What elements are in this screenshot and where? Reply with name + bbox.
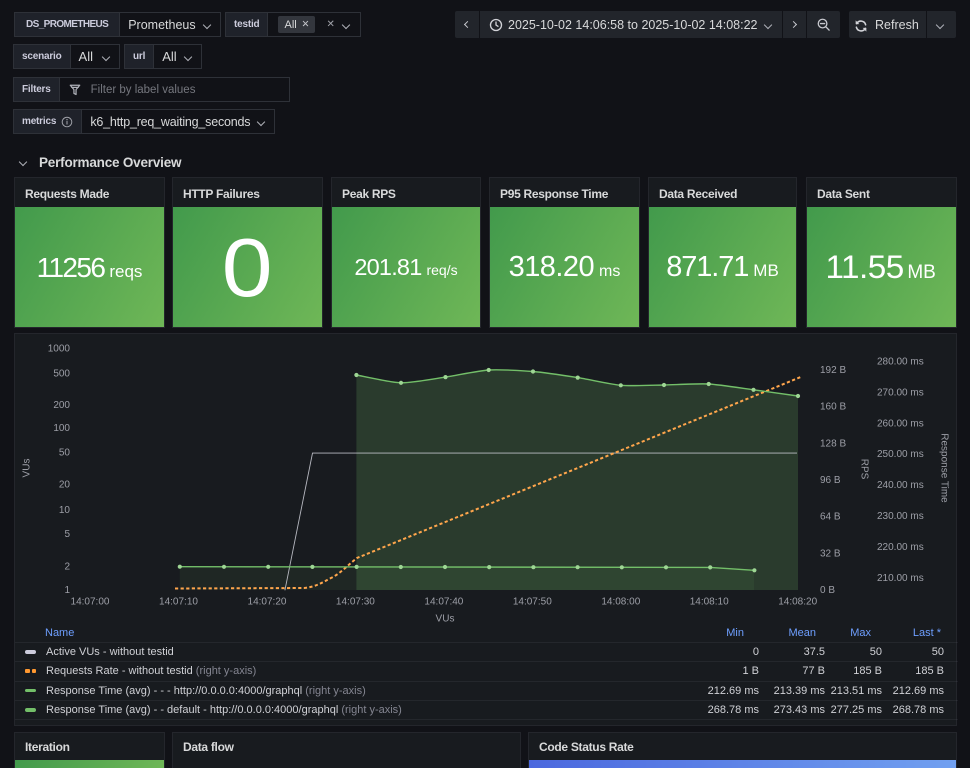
svg-text:0 B: 0 B [820,585,835,596]
svg-text:14:08:20: 14:08:20 [778,597,817,608]
svg-text:270.00 ms: 270.00 ms [877,387,924,398]
svg-text:14:07:50: 14:07:50 [513,597,552,608]
svg-text:14:07:10: 14:07:10 [159,597,198,608]
svg-text:VUs: VUs [22,459,33,478]
svg-text:2: 2 [64,561,70,572]
svg-text:64 B: 64 B [820,512,841,523]
svg-text:500: 500 [53,368,70,379]
svg-text:14:08:00: 14:08:00 [601,597,640,608]
svg-text:VUs: VUs [436,614,455,625]
svg-text:280.00 ms: 280.00 ms [877,357,924,368]
svg-text:230.00 ms: 230.00 ms [877,511,924,522]
svg-text:Response Time: Response Time [939,433,950,503]
svg-text:RPS: RPS [859,459,870,480]
svg-text:250.00 ms: 250.00 ms [877,449,924,460]
svg-text:240.00 ms: 240.00 ms [877,480,924,491]
svg-text:14:07:30: 14:07:30 [336,597,375,608]
svg-text:50: 50 [59,447,71,458]
svg-text:128 B: 128 B [820,438,846,449]
svg-text:1000: 1000 [48,344,71,355]
svg-text:5: 5 [64,529,70,540]
svg-text:1: 1 [64,585,70,596]
svg-text:10: 10 [59,505,71,516]
svg-text:14:08:10: 14:08:10 [690,597,729,608]
svg-text:210.00 ms: 210.00 ms [877,573,924,584]
svg-text:20: 20 [59,479,71,490]
svg-text:200: 200 [53,400,70,411]
svg-text:260.00 ms: 260.00 ms [877,418,924,429]
svg-text:14:07:40: 14:07:40 [424,597,463,608]
svg-text:32 B: 32 B [820,548,841,559]
svg-text:100: 100 [53,423,70,434]
svg-text:220.00 ms: 220.00 ms [877,542,924,553]
svg-text:160 B: 160 B [820,402,846,413]
svg-text:96 B: 96 B [820,475,841,486]
svg-text:14:07:20: 14:07:20 [248,597,287,608]
svg-text:192 B: 192 B [820,365,846,376]
svg-text:14:07:00: 14:07:00 [71,597,110,608]
